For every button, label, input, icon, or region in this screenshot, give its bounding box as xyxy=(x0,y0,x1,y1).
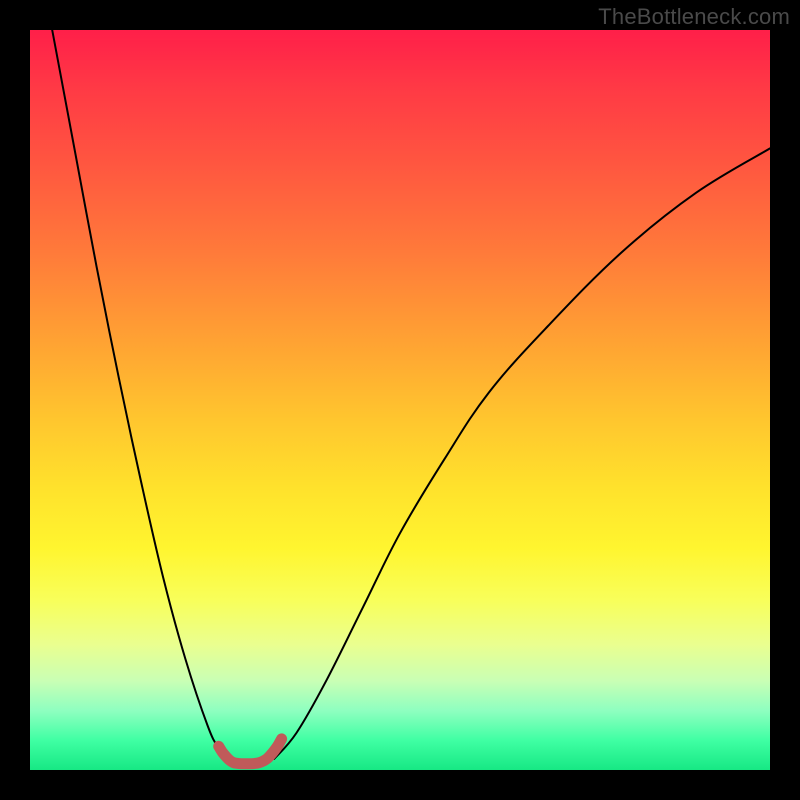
watermark-text: TheBottleneck.com xyxy=(598,4,790,30)
curve-left xyxy=(52,30,230,759)
valley-marker xyxy=(219,739,282,764)
curve-right xyxy=(274,148,770,759)
curve-layer xyxy=(30,30,770,770)
outer-frame: TheBottleneck.com xyxy=(0,0,800,800)
